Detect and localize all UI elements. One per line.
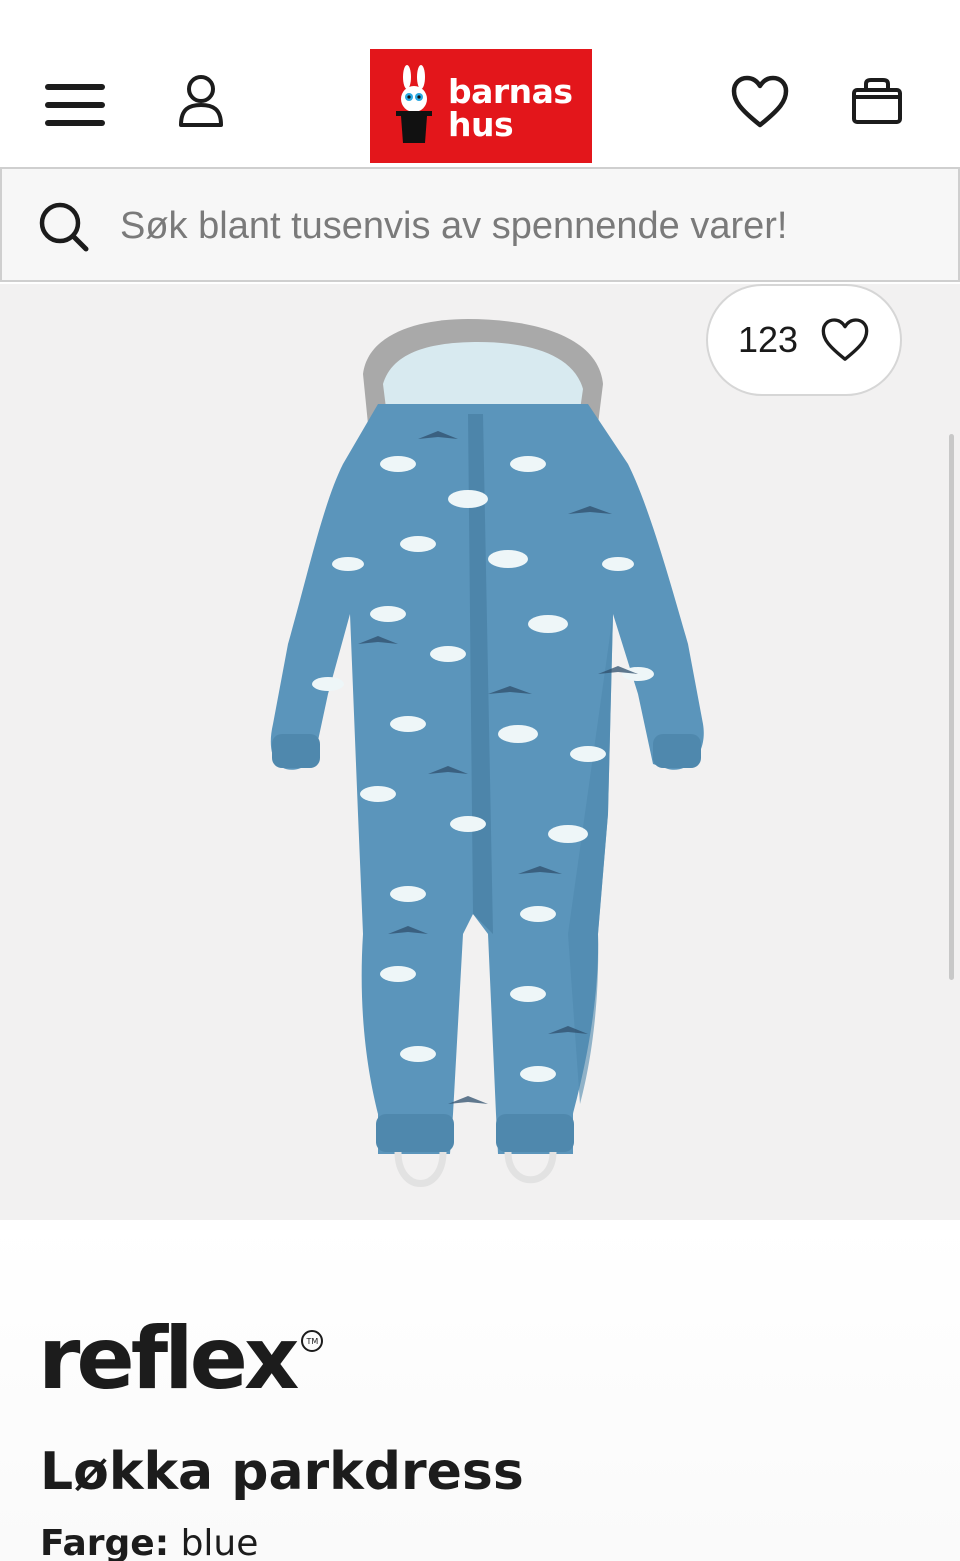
user-icon: [179, 75, 223, 127]
heart-icon: [731, 75, 789, 128]
logo-line-1: barnas: [448, 72, 573, 111]
heart-icon: [821, 318, 869, 361]
logo-wordmark: barnas hus: [448, 75, 573, 141]
cart-button[interactable]: [846, 70, 908, 132]
logo-line-2: hus: [448, 105, 514, 144]
wishlist-count-button[interactable]: 123: [706, 284, 902, 396]
rabbit-in-hat-icon: [396, 65, 432, 143]
search-bar: [0, 167, 960, 282]
favorites-button[interactable]: [728, 72, 792, 132]
brand-name: reflex: [38, 1309, 299, 1409]
scrollbar[interactable]: [949, 434, 954, 980]
color-label: Farge:: [40, 1523, 170, 1561]
product-color: Farge: blue: [40, 1522, 258, 1561]
search-icon[interactable]: [36, 199, 92, 255]
menu-button[interactable]: [40, 76, 110, 134]
brand-logo[interactable]: reflex TM: [38, 1309, 324, 1412]
product-image-gallery[interactable]: 123: [0, 284, 960, 1220]
product-info: reflex TM Løkka parkdress Farge: blue: [0, 1220, 960, 1561]
site-header: barnas hus: [0, 0, 960, 165]
trademark-symbol: TM: [301, 1330, 324, 1352]
account-button[interactable]: [170, 70, 232, 132]
color-value: blue: [180, 1523, 259, 1561]
product-title: Løkka parkdress: [40, 1442, 524, 1502]
wishlist-count: 123: [737, 319, 799, 360]
search-input[interactable]: [120, 195, 940, 257]
product-image[interactable]: [268, 314, 718, 1194]
shopping-bag-icon: [852, 78, 902, 124]
barnas-hus-logo[interactable]: barnas hus: [370, 49, 592, 163]
hamburger-menu-icon: [45, 84, 105, 126]
